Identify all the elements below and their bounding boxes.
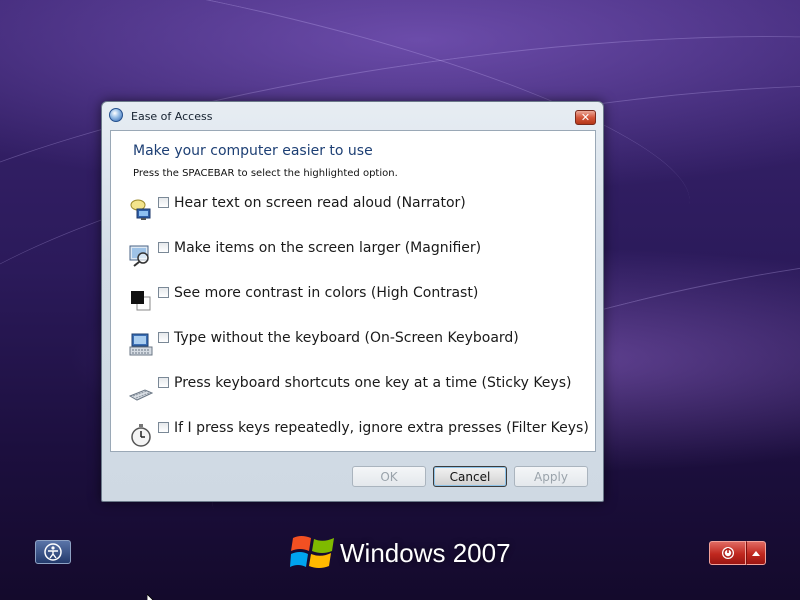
cancel-button[interactable]: Cancel: [433, 466, 507, 487]
ease-of-access-icon: [109, 108, 123, 122]
power-button[interactable]: [709, 541, 746, 565]
brand-text: Windows 2007: [340, 538, 511, 568]
ease-of-access-dialog: Ease of Access ✕ Make your computer easi…: [101, 101, 604, 502]
high-contrast-icon: [131, 291, 151, 311]
close-button[interactable]: ✕: [575, 110, 596, 125]
narrator-icon: [130, 199, 151, 220]
high-contrast-checkbox[interactable]: [158, 287, 169, 298]
windows-flag-icon: [290, 536, 334, 568]
on-screen-keyboard-checkbox[interactable]: [158, 332, 169, 343]
mouse-cursor-icon: [147, 594, 154, 600]
dialog-title: Ease of Access: [131, 110, 213, 123]
filter-keys-icon: [131, 424, 151, 447]
power-options-button[interactable]: [746, 541, 766, 565]
magnifier-icon: [129, 245, 149, 267]
option-label[interactable]: Hear text on screen read aloud (Narrator…: [174, 195, 466, 211]
option-magnifier[interactable]: Make items on the screen larger (Magnifi…: [129, 240, 579, 270]
close-icon: ✕: [580, 111, 591, 124]
desktop-background: Ease of Access ✕ Make your computer easi…: [0, 0, 800, 600]
dialog-titlebar[interactable]: Ease of Access ✕: [102, 102, 603, 130]
dialog-content: Make your computer easier to use Press t…: [110, 130, 596, 452]
sticky-keys-checkbox[interactable]: [158, 377, 169, 388]
option-filter-keys[interactable]: If I press keys repeatedly, ignore extra…: [129, 420, 589, 450]
ease-of-access-button[interactable]: [35, 540, 71, 564]
option-narrator[interactable]: Hear text on screen read aloud (Narrator…: [129, 195, 579, 225]
power-icon: [721, 547, 734, 559]
ease-of-access-icon: [44, 543, 62, 561]
chevron-up-icon: [752, 551, 760, 556]
instructions-text: Press the SPACEBAR to select the highlig…: [133, 168, 398, 179]
option-high-contrast[interactable]: See more contrast in colors (High Contra…: [129, 285, 579, 315]
windows-logo: Windows 2007: [290, 530, 520, 574]
option-label[interactable]: See more contrast in colors (High Contra…: [174, 285, 478, 301]
magnifier-checkbox[interactable]: [158, 242, 169, 253]
narrator-checkbox[interactable]: [158, 197, 169, 208]
page-title: Make your computer easier to use: [133, 143, 373, 159]
option-label[interactable]: Press keyboard shortcuts one key at a ti…: [174, 375, 571, 391]
option-label[interactable]: Make items on the screen larger (Magnifi…: [174, 240, 481, 256]
option-label[interactable]: Type without the keyboard (On-Screen Key…: [174, 330, 519, 346]
option-label[interactable]: If I press keys repeatedly, ignore extra…: [174, 420, 589, 436]
filter-keys-checkbox[interactable]: [158, 422, 169, 433]
dialog-footer: OK Cancel Apply: [110, 458, 596, 494]
on-screen-keyboard-icon: [129, 333, 153, 356]
ok-button[interactable]: OK: [352, 466, 426, 487]
option-on-screen-keyboard[interactable]: Type without the keyboard (On-Screen Key…: [129, 330, 579, 360]
apply-button[interactable]: Apply: [514, 466, 588, 487]
sticky-keys-icon: [129, 389, 153, 401]
option-sticky-keys[interactable]: Press keyboard shortcuts one key at a ti…: [129, 375, 579, 405]
